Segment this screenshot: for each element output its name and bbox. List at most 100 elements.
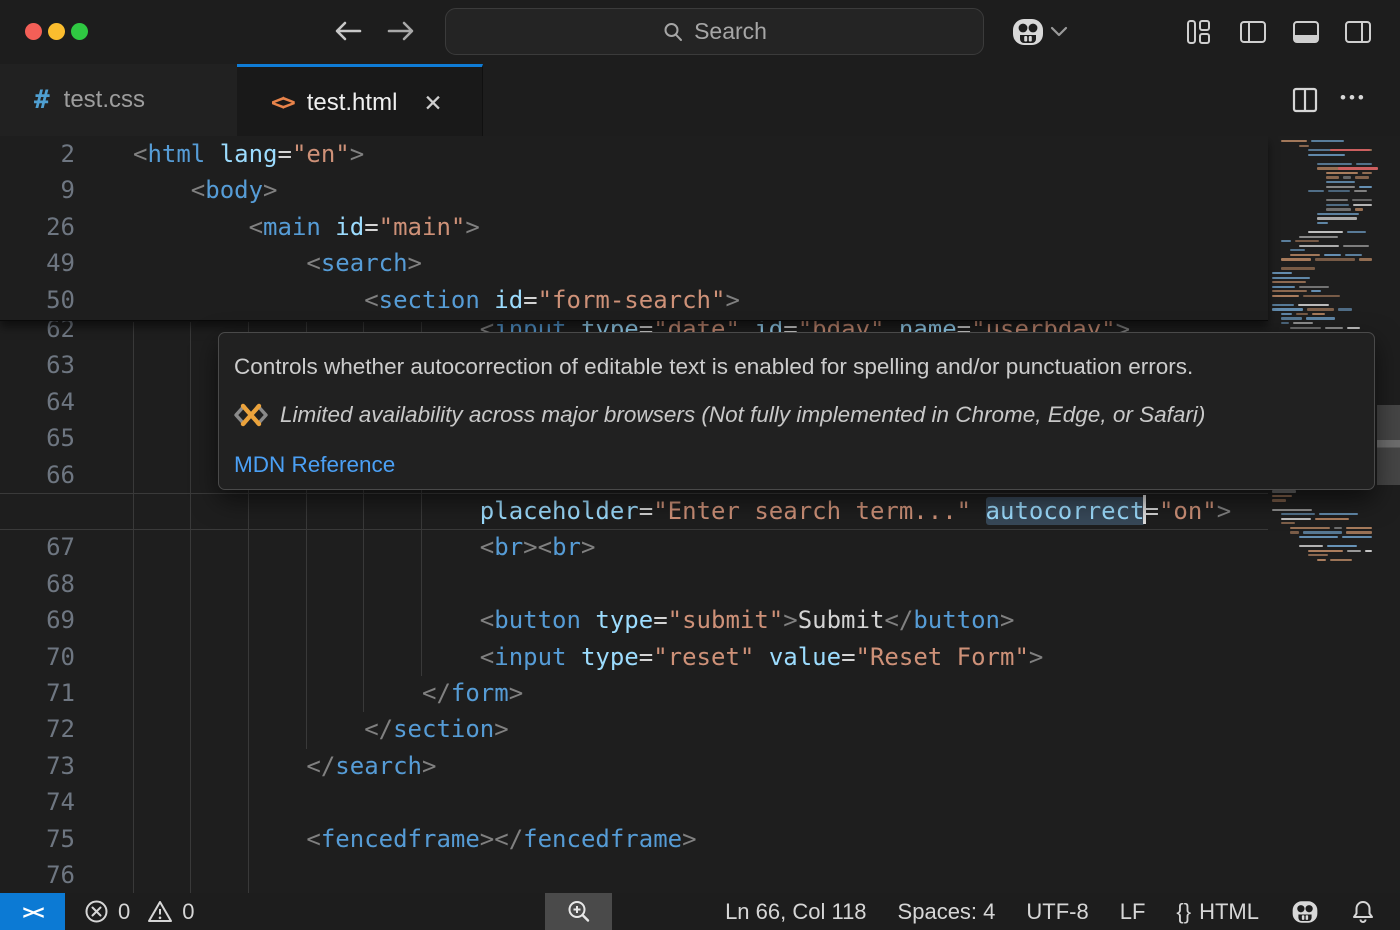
code-line[interactable]: 75<fencedframe></fencedframe> bbox=[0, 821, 1268, 858]
code-line[interactable]: 50<section id="form-search"> bbox=[0, 282, 1268, 319]
notifications-bell-icon[interactable] bbox=[1351, 899, 1375, 925]
minimap-line bbox=[1362, 172, 1372, 174]
minimap[interactable] bbox=[1268, 136, 1378, 893]
code-line[interactable]: 9<body> bbox=[0, 172, 1268, 209]
minimap-line bbox=[1308, 231, 1343, 233]
vertical-scrollbar[interactable] bbox=[1377, 136, 1400, 893]
customize-layout-icon[interactable] bbox=[1186, 19, 1214, 45]
minimap-line bbox=[1308, 190, 1324, 192]
minimap-line bbox=[1299, 236, 1338, 238]
minimap-line bbox=[1315, 258, 1355, 260]
tooltip-availability-note: Limited availability across major browse… bbox=[280, 402, 1205, 428]
code-text: <search> bbox=[306, 245, 422, 282]
minimap-line bbox=[1299, 536, 1338, 538]
css-file-icon: # bbox=[34, 85, 50, 115]
code-text: <button type="submit">Submit</button> bbox=[480, 602, 1015, 639]
code-line[interactable]: 71</form> bbox=[0, 675, 1268, 712]
code-line[interactable]: placeholder="Enter search term..." autoc… bbox=[0, 493, 1268, 530]
back-arrow-icon[interactable] bbox=[332, 17, 364, 45]
more-actions-icon[interactable]: ••• bbox=[1340, 88, 1367, 108]
split-editor-icon[interactable] bbox=[1291, 86, 1319, 114]
code-text: placeholder="Enter search term..." autoc… bbox=[480, 493, 1231, 530]
minimap-line bbox=[1326, 204, 1349, 206]
toggle-panel-bottom-icon[interactable] bbox=[1292, 19, 1320, 45]
minimap-line bbox=[1326, 208, 1351, 210]
minimap-error-mark bbox=[1338, 167, 1378, 169]
minimap-line bbox=[1308, 554, 1328, 556]
language-mode[interactable]: {} HTML bbox=[1176, 899, 1259, 925]
toggle-sidebar-left-icon[interactable] bbox=[1239, 19, 1267, 45]
code-text: <body> bbox=[191, 172, 278, 209]
code-line[interactable]: 26<main id="main"> bbox=[0, 209, 1268, 246]
tab-test-css[interactable]: # test.css bbox=[0, 64, 238, 136]
minimap-line bbox=[1281, 322, 1289, 324]
minimap-line bbox=[1317, 213, 1359, 215]
minimap-line bbox=[1272, 290, 1307, 292]
line-number: 70 bbox=[0, 639, 75, 676]
minimize-window-icon[interactable] bbox=[48, 23, 65, 40]
problems-indicator[interactable]: 0 0 bbox=[84, 893, 195, 930]
code-text: <input type="reset" value="Reset Form"> bbox=[480, 639, 1044, 676]
code-line[interactable]: 73</search> bbox=[0, 748, 1268, 785]
mdn-reference-link[interactable]: MDN Reference bbox=[234, 452, 1359, 478]
minimap-line bbox=[1326, 199, 1348, 201]
code-line[interactable]: 72</section> bbox=[0, 711, 1268, 748]
zoom-window-icon[interactable] bbox=[71, 23, 88, 40]
minimap-line bbox=[1272, 277, 1310, 279]
copilot-icon[interactable] bbox=[1010, 15, 1046, 49]
cursor-position[interactable]: Ln 66, Col 118 bbox=[725, 899, 866, 925]
end-of-line-setting[interactable]: LF bbox=[1120, 899, 1146, 925]
code-line[interactable]: 74 bbox=[0, 784, 1268, 821]
forward-arrow-icon[interactable] bbox=[385, 17, 417, 45]
code-text: </section> bbox=[364, 711, 509, 748]
minimap-line bbox=[1346, 531, 1372, 533]
minimap-line bbox=[1353, 204, 1372, 206]
line-number: 50 bbox=[0, 282, 75, 319]
minimap-line bbox=[1312, 313, 1325, 315]
minimap-line bbox=[1303, 531, 1342, 533]
minimap-line bbox=[1272, 272, 1292, 274]
sticky-scroll[interactable]: 2<html lang="en">9<body>26<main id="main… bbox=[0, 136, 1268, 321]
tab-label: test.html bbox=[307, 89, 398, 117]
scrollbar-slider[interactable] bbox=[1377, 405, 1400, 485]
minimap-line bbox=[1290, 527, 1330, 529]
minimap-line bbox=[1281, 267, 1315, 269]
file-encoding[interactable]: UTF-8 bbox=[1026, 899, 1088, 925]
minimap-line bbox=[1308, 154, 1345, 156]
braces-icon: {} bbox=[1176, 899, 1191, 925]
code-line[interactable]: 49<search> bbox=[0, 245, 1268, 282]
minimap-line bbox=[1315, 518, 1349, 520]
toggle-sidebar-right-icon[interactable] bbox=[1344, 19, 1372, 45]
code-text: <main id="main"> bbox=[249, 209, 480, 246]
indentation-setting[interactable]: Spaces: 4 bbox=[898, 899, 996, 925]
close-tab-icon[interactable]: ✕ bbox=[423, 90, 442, 117]
minimap-line bbox=[1356, 163, 1372, 165]
code-line[interactable]: 76 bbox=[0, 857, 1268, 893]
line-number: 74 bbox=[0, 784, 75, 821]
minimap-line bbox=[1327, 545, 1357, 547]
minimap-line bbox=[1359, 186, 1372, 188]
code-line[interactable]: 68 bbox=[0, 566, 1268, 603]
minimap-line bbox=[1299, 245, 1339, 247]
code-line[interactable]: 70 <input type="reset" value="Reset Form"… bbox=[0, 639, 1268, 676]
search-input[interactable]: Search bbox=[445, 8, 984, 55]
code-line[interactable]: 67<br><br> bbox=[0, 529, 1268, 566]
zoom-indicator-button[interactable] bbox=[545, 893, 612, 930]
copilot-status-icon[interactable] bbox=[1290, 898, 1320, 926]
search-placeholder: Search bbox=[694, 18, 767, 45]
line-number: 66 bbox=[0, 457, 75, 494]
minimap-line bbox=[1303, 295, 1339, 297]
chevron-down-icon[interactable] bbox=[1048, 22, 1070, 40]
code-line[interactable]: 2<html lang="en"> bbox=[0, 136, 1268, 173]
minimap-line bbox=[1334, 527, 1343, 529]
status-bar: >< 0 0 Ln 66, Col 118 Spaces: 4 bbox=[0, 893, 1400, 930]
minimap-line bbox=[1272, 308, 1303, 310]
code-line[interactable]: 69<button type="submit">Submit</button> bbox=[0, 602, 1268, 639]
line-number: 68 bbox=[0, 566, 75, 603]
minimap-line bbox=[1352, 199, 1372, 201]
minimap-line bbox=[1281, 317, 1302, 319]
minimap-line bbox=[1281, 513, 1315, 515]
close-window-icon[interactable] bbox=[25, 23, 42, 40]
tab-test-html[interactable]: <> test.html ✕ bbox=[237, 64, 483, 139]
remote-indicator[interactable]: >< bbox=[0, 893, 65, 930]
